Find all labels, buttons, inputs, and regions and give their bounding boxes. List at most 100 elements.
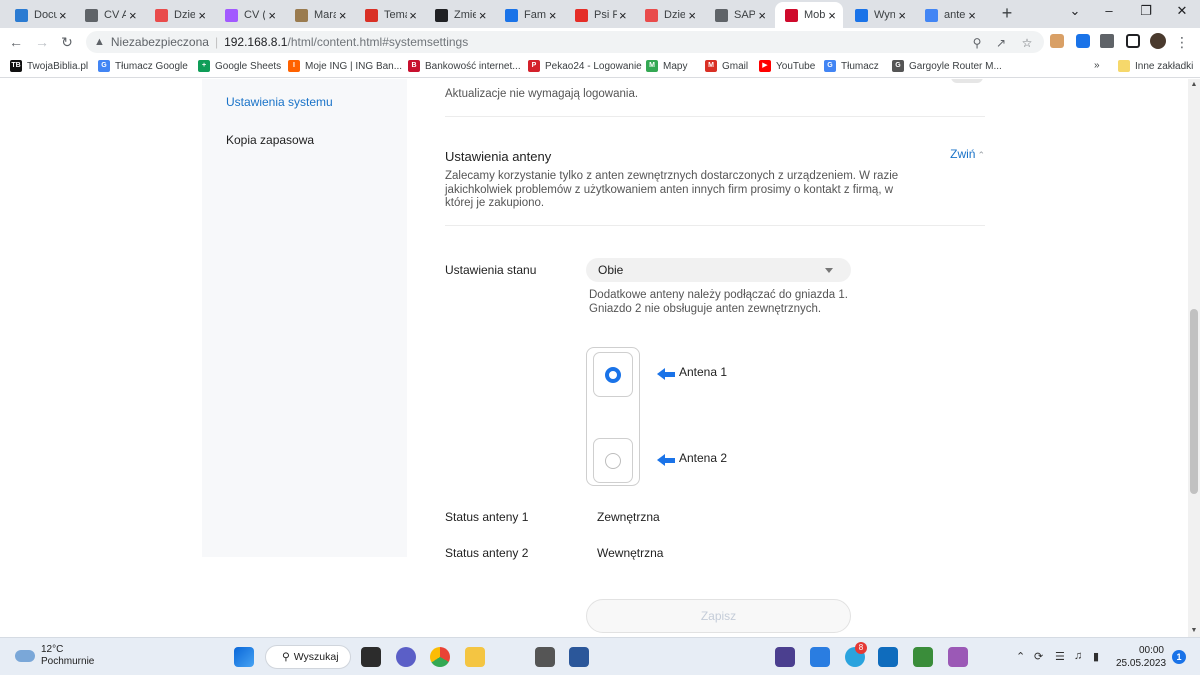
bookmark-item[interactable]: G Tłumacz xyxy=(824,60,879,72)
profile-avatar[interactable] xyxy=(1150,33,1166,49)
bookmark-label: Tłumacz xyxy=(841,60,879,72)
tab-2[interactable]: Dzie × xyxy=(145,2,213,28)
extension-icon[interactable] xyxy=(1050,34,1064,48)
telegram-icon[interactable]: 8 xyxy=(845,642,867,667)
tray-overflow-icon[interactable]: ⌃ xyxy=(1016,650,1025,663)
bookmark-item[interactable]: G Tłumacz Google xyxy=(98,60,188,72)
bookmark-favicon-icon: G xyxy=(98,60,110,72)
task-view-icon[interactable] xyxy=(361,647,381,667)
tab-8[interactable]: Psi P × xyxy=(565,2,633,28)
sync-icon[interactable]: ⟳ xyxy=(1034,650,1043,663)
tab-6[interactable]: Zmie × xyxy=(425,2,493,28)
bookmark-label: Gmail xyxy=(722,60,749,72)
maximize-button[interactable]: ❐ xyxy=(1134,3,1158,19)
chat-icon[interactable] xyxy=(396,647,416,667)
bookmark-item[interactable]: M Mapy xyxy=(646,60,687,72)
word-icon[interactable] xyxy=(569,647,589,667)
close-tab-icon[interactable]: × xyxy=(57,8,69,23)
sidebar-item-backup[interactable]: Kopia zapasowa xyxy=(226,133,314,147)
clock[interactable]: 00:00 25.05.2023 xyxy=(1116,644,1166,670)
mail-icon[interactable] xyxy=(878,647,898,667)
bookmarks-overflow-icon[interactable]: » xyxy=(1094,60,1100,71)
tab-11[interactable]: Mob × xyxy=(775,2,843,28)
close-window-button[interactable]: ✕ xyxy=(1170,3,1194,19)
new-tab-button[interactable]: + xyxy=(997,3,1017,23)
app-icon[interactable] xyxy=(913,647,933,667)
close-tab-icon[interactable]: × xyxy=(546,8,559,23)
close-tab-icon[interactable]: × xyxy=(195,8,209,23)
bookmark-item[interactable]: ▶ YouTube xyxy=(759,60,815,72)
file-explorer-icon[interactable] xyxy=(465,647,485,667)
close-tab-icon[interactable]: × xyxy=(895,8,909,23)
app-icon[interactable] xyxy=(775,647,795,667)
tab-4[interactable]: Mara × xyxy=(285,2,353,28)
windows-start-icon[interactable] xyxy=(234,647,254,667)
close-tab-icon[interactable]: × xyxy=(617,8,629,23)
tab-1[interactable]: CV A × xyxy=(75,2,143,28)
weather-widget[interactable]: 12°C Pochmurnie xyxy=(15,644,94,668)
tab-12[interactable]: Wyn × xyxy=(845,2,913,28)
bookmark-item[interactable]: B Bankowość internet... xyxy=(408,60,521,72)
tab-9[interactable]: Dzie × xyxy=(635,2,703,28)
bookmark-item[interactable]: M Gmail xyxy=(705,60,748,72)
antenna-port-2[interactable] xyxy=(593,438,633,483)
close-tab-icon[interactable]: × xyxy=(755,8,769,23)
sidepanel-icon[interactable] xyxy=(1126,34,1140,48)
tab-13[interactable]: ante × xyxy=(915,2,983,28)
scroll-up-icon[interactable]: ▲ xyxy=(1190,81,1198,88)
arrow-left-icon xyxy=(657,368,675,380)
close-tab-icon[interactable]: × xyxy=(336,8,349,23)
close-tab-icon[interactable]: × xyxy=(965,8,979,23)
sidebar-item-system-settings[interactable]: Ustawienia systemu xyxy=(226,95,333,109)
battery-icon[interactable]: ▮ xyxy=(1093,650,1099,663)
antenna-2-radio[interactable] xyxy=(605,453,621,469)
tab-search-icon[interactable]: ⌄ xyxy=(1063,3,1087,19)
save-button[interactable]: Zapisz xyxy=(586,599,851,633)
app-icon[interactable] xyxy=(810,647,830,667)
share-icon[interactable]: ↗ xyxy=(994,36,1008,50)
bookmark-item[interactable]: TB TwojaBiblia.pl xyxy=(10,60,88,72)
notification-badge[interactable]: 1 xyxy=(1172,650,1186,664)
extension-badge-icon[interactable] xyxy=(1076,34,1090,48)
update-login-toggle[interactable] xyxy=(951,79,983,83)
volume-icon[interactable]: ♫ xyxy=(1074,650,1082,662)
tab-7[interactable]: Fami × xyxy=(495,2,563,28)
scroll-down-icon[interactable]: ▼ xyxy=(1190,627,1198,634)
close-tab-icon[interactable]: × xyxy=(265,8,279,23)
other-bookmarks[interactable]: Inne zakładki xyxy=(1118,60,1193,72)
bookmark-item[interactable]: + Google Sheets xyxy=(198,60,281,72)
security-label[interactable]: Niezabezpieczona xyxy=(111,35,209,49)
back-icon[interactable]: ← xyxy=(6,32,26,52)
bookmark-item[interactable]: P Pekao24 - Logowanie xyxy=(528,60,642,72)
forward-icon[interactable]: → xyxy=(32,32,52,52)
close-tab-icon[interactable]: × xyxy=(825,8,839,23)
antenna-port-1[interactable] xyxy=(593,352,633,397)
wifi-icon[interactable]: ☰ xyxy=(1055,650,1065,663)
bookmark-item[interactable]: G Gargoyle Router M... xyxy=(892,60,1002,72)
taskbar-search[interactable]: ⚲ Wyszukaj xyxy=(265,645,351,669)
chrome-icon[interactable] xyxy=(430,647,450,667)
snipping-tool-icon[interactable] xyxy=(948,647,968,667)
app-icon[interactable] xyxy=(535,647,555,667)
reload-icon[interactable]: ↻ xyxy=(57,32,77,52)
close-tab-icon[interactable]: × xyxy=(476,8,489,23)
close-tab-icon[interactable]: × xyxy=(685,8,699,23)
tab-3[interactable]: CV (× xyxy=(215,2,283,28)
page-scrollbar[interactable]: ▲ ▼ xyxy=(1188,79,1200,637)
tab-0[interactable]: Docu × xyxy=(5,2,73,28)
antenna-1-radio[interactable] xyxy=(605,367,621,383)
collapse-button[interactable]: Zwiń ⌃ xyxy=(950,147,985,161)
scroll-thumb[interactable] xyxy=(1190,309,1198,494)
address-bar[interactable]: ▲ Niezabezpieczona | 192.168.8.1 /html/c… xyxy=(86,31,1044,53)
bookmark-item[interactable]: I Moje ING | ING Ban... xyxy=(288,60,402,72)
key-icon[interactable]: ⚲ xyxy=(970,36,984,50)
minimize-button[interactable]: – xyxy=(1097,3,1121,18)
close-tab-icon[interactable]: × xyxy=(126,8,139,23)
close-tab-icon[interactable]: × xyxy=(407,8,419,23)
tab-5[interactable]: Tema× xyxy=(355,2,423,28)
tab-10[interactable]: SAP × xyxy=(705,2,773,28)
puzzle-icon[interactable] xyxy=(1100,34,1114,48)
menu-kebab-icon[interactable]: ⋮ xyxy=(1172,32,1192,52)
star-icon[interactable]: ☆ xyxy=(1020,36,1034,50)
antenna-mode-select[interactable]: Obie xyxy=(586,258,851,282)
